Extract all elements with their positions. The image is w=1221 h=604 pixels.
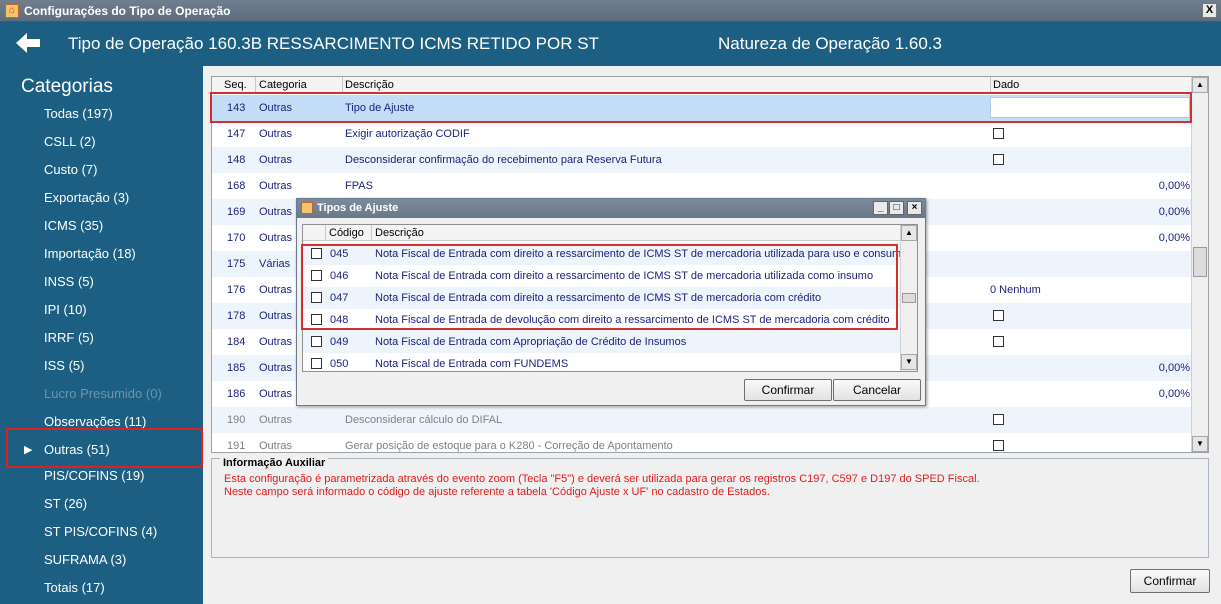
window-titlebar: ⌂ Configurações do Tipo de Operação X [0, 0, 1221, 22]
nature-title: Natureza de Operação 1.60.3 [718, 34, 942, 53]
column-dado[interactable]: Dado [993, 79, 1019, 91]
dialog-confirm-button[interactable]: Confirmar [744, 379, 832, 401]
selected-codes-highlight [301, 244, 898, 330]
arrow-left-icon[interactable] [14, 30, 44, 58]
info-line-1: Esta configuração é parametrizada atravé… [224, 473, 980, 485]
column-seq[interactable]: Seq. [224, 79, 247, 91]
selected-category-highlight [6, 428, 203, 468]
select-checkbox[interactable] [311, 358, 322, 369]
sidebar-item-st[interactable]: ST (26) [44, 494, 87, 514]
dialog-titlebar: Tipos de Ajuste _ □ × [297, 199, 925, 218]
table-row[interactable]: 168 Outras FPAS 0,00% [212, 173, 1192, 199]
scroll-thumb[interactable] [902, 293, 916, 303]
close-icon[interactable]: × [907, 201, 922, 215]
grid-header: Seq. Categoria Descrição Dado [212, 77, 1192, 93]
sidebar-item-st-pis-cofins[interactable]: ST PIS/COFINS (4) [44, 522, 157, 542]
confirm-button[interactable]: Confirmar [1130, 569, 1210, 593]
scroll-down-icon[interactable]: ▼ [1192, 436, 1208, 452]
header-bar: Tipo de Operação 160.3B RESSARCIMENTO IC… [0, 22, 1221, 66]
sidebar-item-icms[interactable]: ICMS (35) [44, 216, 103, 236]
dado-checkbox[interactable] [993, 414, 1004, 425]
dado-checkbox[interactable] [993, 336, 1004, 347]
operation-title: Tipo de Operação 160.3B RESSARCIMENTO IC… [68, 34, 599, 53]
scroll-up-icon[interactable]: ▲ [901, 225, 917, 241]
dialog-scrollbar[interactable]: ▲ ▼ [900, 225, 917, 371]
dado-value[interactable]: 0,00% [1159, 362, 1190, 374]
maximize-icon[interactable]: □ [889, 201, 904, 215]
dado-checkbox[interactable] [993, 310, 1004, 321]
dado-value[interactable]: 0,00% [1159, 206, 1190, 218]
column-categoria[interactable]: Categoria [259, 79, 307, 91]
auxiliary-info-panel: Informação Auxiliar Esta configuração é … [211, 457, 1209, 558]
dado-checkbox[interactable] [993, 128, 1004, 139]
dado-value[interactable]: 0,00% [1159, 180, 1190, 192]
sidebar-item-suframa[interactable]: SUFRAMA (3) [44, 550, 126, 570]
minimize-icon[interactable]: _ [873, 201, 888, 215]
selected-row-highlight [210, 92, 1192, 123]
window-title: Configurações do Tipo de Operação [24, 4, 231, 18]
scroll-thumb[interactable] [1193, 247, 1207, 277]
dado-value[interactable]: 0,00% [1159, 388, 1190, 400]
info-legend: Informação Auxiliar [220, 457, 329, 469]
list-item[interactable]: 050 Nota Fiscal de Entrada com FUNDEMS [303, 353, 901, 371]
sidebar-item-importacao[interactable]: Importação (18) [44, 244, 136, 264]
table-row[interactable]: 190 Outras Desconsiderar cálculo do DIFA… [212, 407, 1192, 433]
categories-sidebar: Categorias Todas (197) CSLL (2) Custo (7… [0, 66, 203, 604]
dado-checkbox[interactable] [993, 154, 1004, 165]
app-icon: ⌂ [5, 4, 19, 18]
sidebar-item-inss[interactable]: INSS (5) [44, 272, 94, 292]
close-button[interactable]: X [1202, 3, 1217, 18]
dialog-cancel-button[interactable]: Cancelar [833, 379, 921, 401]
column-descricao[interactable]: Descrição [345, 79, 394, 91]
column-descricao[interactable]: Descrição [375, 227, 424, 239]
dialog-grid-header: Código Descrição [303, 225, 901, 241]
dialog-title: Tipos de Ajuste [317, 202, 399, 214]
scroll-down-icon[interactable]: ▼ [901, 354, 917, 370]
sidebar-item-pis-cofins[interactable]: PIS/COFINS (19) [44, 466, 144, 486]
sidebar-item-csll[interactable]: CSLL (2) [44, 132, 96, 152]
table-row[interactable]: 147 Outras Exigir autorização CODIF [212, 121, 1192, 147]
sidebar-item-lucro-presumido: Lucro Presumido (0) [44, 386, 162, 401]
dado-checkbox[interactable] [993, 440, 1004, 451]
scroll-up-icon[interactable]: ▲ [1192, 77, 1208, 93]
column-codigo[interactable]: Código [329, 227, 364, 239]
grid-scrollbar[interactable]: ▲ ▼ [1191, 77, 1208, 452]
table-row[interactable]: 148 Outras Desconsiderar confirmação do … [212, 147, 1192, 173]
table-row[interactable]: 191 Outras Gerar posição de estoque para… [212, 433, 1192, 453]
sidebar-item-totais[interactable]: Totais (17) [44, 578, 105, 598]
app-icon [301, 202, 313, 214]
info-line-2: Neste campo será informado o código de a… [224, 486, 770, 498]
sidebar-item-exportacao[interactable]: Exportação (3) [44, 188, 129, 208]
dado-value[interactable]: 0,00% [1159, 232, 1190, 244]
sidebar-item-todas[interactable]: Todas (197) [44, 104, 113, 124]
select-checkbox[interactable] [311, 336, 322, 347]
sidebar-item-irrf[interactable]: IRRF (5) [44, 328, 94, 348]
list-item[interactable]: 049 Nota Fiscal de Entrada com Apropriaç… [303, 331, 901, 353]
dado-value[interactable]: 0 Nenhum [990, 284, 1041, 296]
sidebar-item-iss[interactable]: ISS (5) [44, 356, 84, 376]
categories-title: Categorias [21, 76, 113, 97]
sidebar-item-custo[interactable]: Custo (7) [44, 160, 97, 180]
sidebar-item-ipi[interactable]: IPI (10) [44, 300, 87, 320]
